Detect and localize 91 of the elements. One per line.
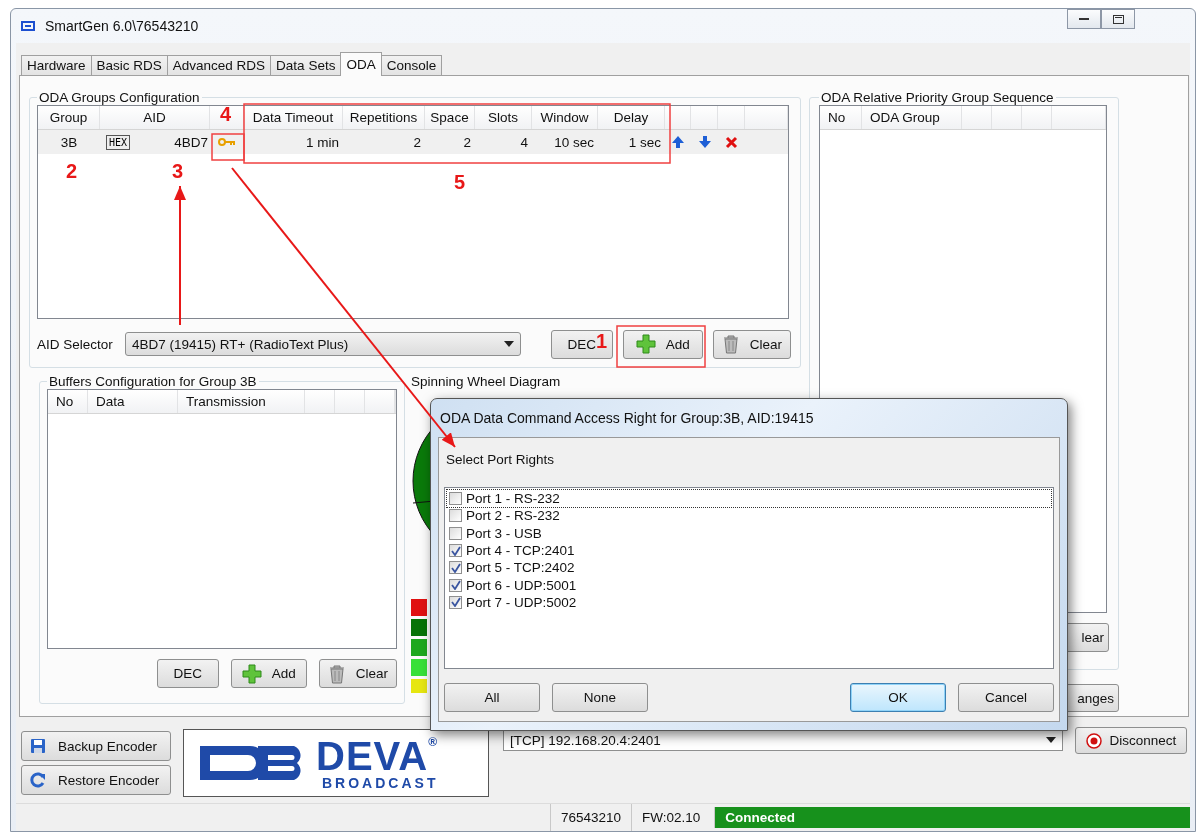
tab[interactable]: Hardware [21,55,92,76]
port-option[interactable]: Port 7 - UDP:5002 [447,593,1051,612]
table-cell-text: 2 [412,133,422,152]
status-text: FW:02.10 [631,804,711,831]
dialog-button[interactable]: All [444,683,540,712]
group-title: ODA Groups Configuration [38,90,201,105]
dropdown-caret-icon [504,341,514,347]
dialog-button[interactable]: None [552,683,648,712]
dialog-button[interactable]: Cancel [958,683,1054,712]
annotation-number: 3 [172,160,184,183]
column-header: Data Timeout [244,106,343,129]
column-header: No [48,390,88,413]
add-button[interactable]: Add [230,659,307,688]
dec-button[interactable]: DEC [156,659,219,688]
minimize-icon [1079,17,1089,21]
checkbox[interactable] [449,492,462,506]
logo-name: DEVA$^{®}$ [316,736,439,776]
column-header: Window [532,106,598,129]
table-cell-text: 4BD7 [174,134,209,150]
dropdown-caret-icon [1046,737,1056,743]
checkbox[interactable] [449,544,462,558]
maximize-icon [1112,14,1124,24]
checkbox[interactable] [449,561,462,575]
table-row[interactable]: 3B HEX 4BD7 1 min 2 2 4 10 sec 1 sec [38,130,788,154]
tab[interactable]: Advanced RDS [166,55,272,76]
checkbox[interactable] [449,526,462,540]
checkbox[interactable] [449,509,462,523]
table-cell-text: 2 [462,133,472,152]
column-header: Group [38,106,100,129]
field-label: AID Selector [37,336,114,352]
annotation-number: 4 [220,103,232,126]
group-title: Buffers Configuration for Group 3B [48,374,258,389]
checkbox[interactable] [449,578,462,592]
checkbox[interactable] [449,595,462,609]
tab[interactable]: Data Sets [270,55,342,76]
connection-status: Connected [714,807,1190,828]
column-header: Space [425,106,475,129]
restore-encoder-button[interactable]: Restore Encoder [21,765,171,795]
annotation-number: 1 [596,330,608,353]
port-option[interactable]: Port 1 - RS-232 [447,490,1051,508]
arrow-up-icon[interactable] [671,135,685,149]
status-text: 76543210 [550,804,632,831]
tab[interactable]: Console [380,55,443,76]
port-option[interactable]: Port 3 - USB [447,524,1051,542]
hex-toggle-button[interactable]: HEX [106,134,131,150]
minimize-button[interactable] [1067,9,1101,29]
column-header: Slots [475,106,532,129]
dialog-button[interactable]: OK [850,683,946,712]
add-button[interactable]: Add [622,329,703,359]
port-option[interactable]: Port 5 - TCP:2402 [447,559,1051,577]
arrow-down-icon[interactable] [697,135,712,149]
plus-icon [635,334,656,354]
table-cell-text: 3B [59,133,79,152]
table-cell-text: 4 [519,133,529,152]
refresh-arrow-icon [30,772,46,788]
group-title: ODA Relative Priority Group Sequence [820,90,1055,105]
clear-button[interactable]: Clear [712,329,791,359]
app-icon [21,21,35,31]
column-header: AID [100,106,210,129]
table-cell-text: 1 sec [627,133,662,152]
stop-icon [1085,732,1102,749]
disconnect-button[interactable]: Disconnect [1075,727,1187,754]
plus-icon [241,663,262,684]
port-option[interactable]: Port 6 - UDP:5001 [447,576,1051,594]
column-header: Data [88,390,178,413]
logo-subtitle: BROADCAST [322,776,439,790]
tab[interactable]: Basic RDS [90,55,168,76]
dialog-title: ODA Data Command Access Right for Group:3B, AID:19415 [439,409,815,428]
diagram-title: Spinning Wheel Diagram [411,374,561,389]
table-cell-text: 10 sec [553,133,595,152]
column-header: Transmission [178,390,305,413]
column-header: Delay [598,106,665,129]
maximize-button[interactable] [1101,9,1135,29]
clear-button[interactable]: Clear [318,659,397,688]
column-header: Repetitions [343,106,425,129]
port-option[interactable]: Port 4 - TCP:2401 [447,541,1051,560]
tab[interactable]: ODA [340,52,382,76]
connection-dropdown[interactable]: [TCP] 192.168.20.4:2401 [503,729,1063,751]
delete-icon[interactable] [725,135,738,149]
trash-icon [327,663,346,684]
table-cell-text: 1 min [305,133,340,152]
prompt-text: Select Port Rights [446,452,556,467]
backup-encoder-button[interactable]: Backup Encoder [21,731,171,761]
column-header: No [820,106,862,129]
annotation-number: 5 [454,171,466,194]
trash-icon [721,334,740,354]
annotation-number: 2 [66,160,78,183]
aid-selector-dropdown[interactable]: 4BD7 (19415) RT+ (RadioText Plus) [125,332,521,356]
port-option[interactable]: Port 2 - RS-232 [447,507,1051,525]
window-title: SmartGen 6.0\76543210 [45,18,199,34]
column-header: ODA Group [862,106,962,129]
